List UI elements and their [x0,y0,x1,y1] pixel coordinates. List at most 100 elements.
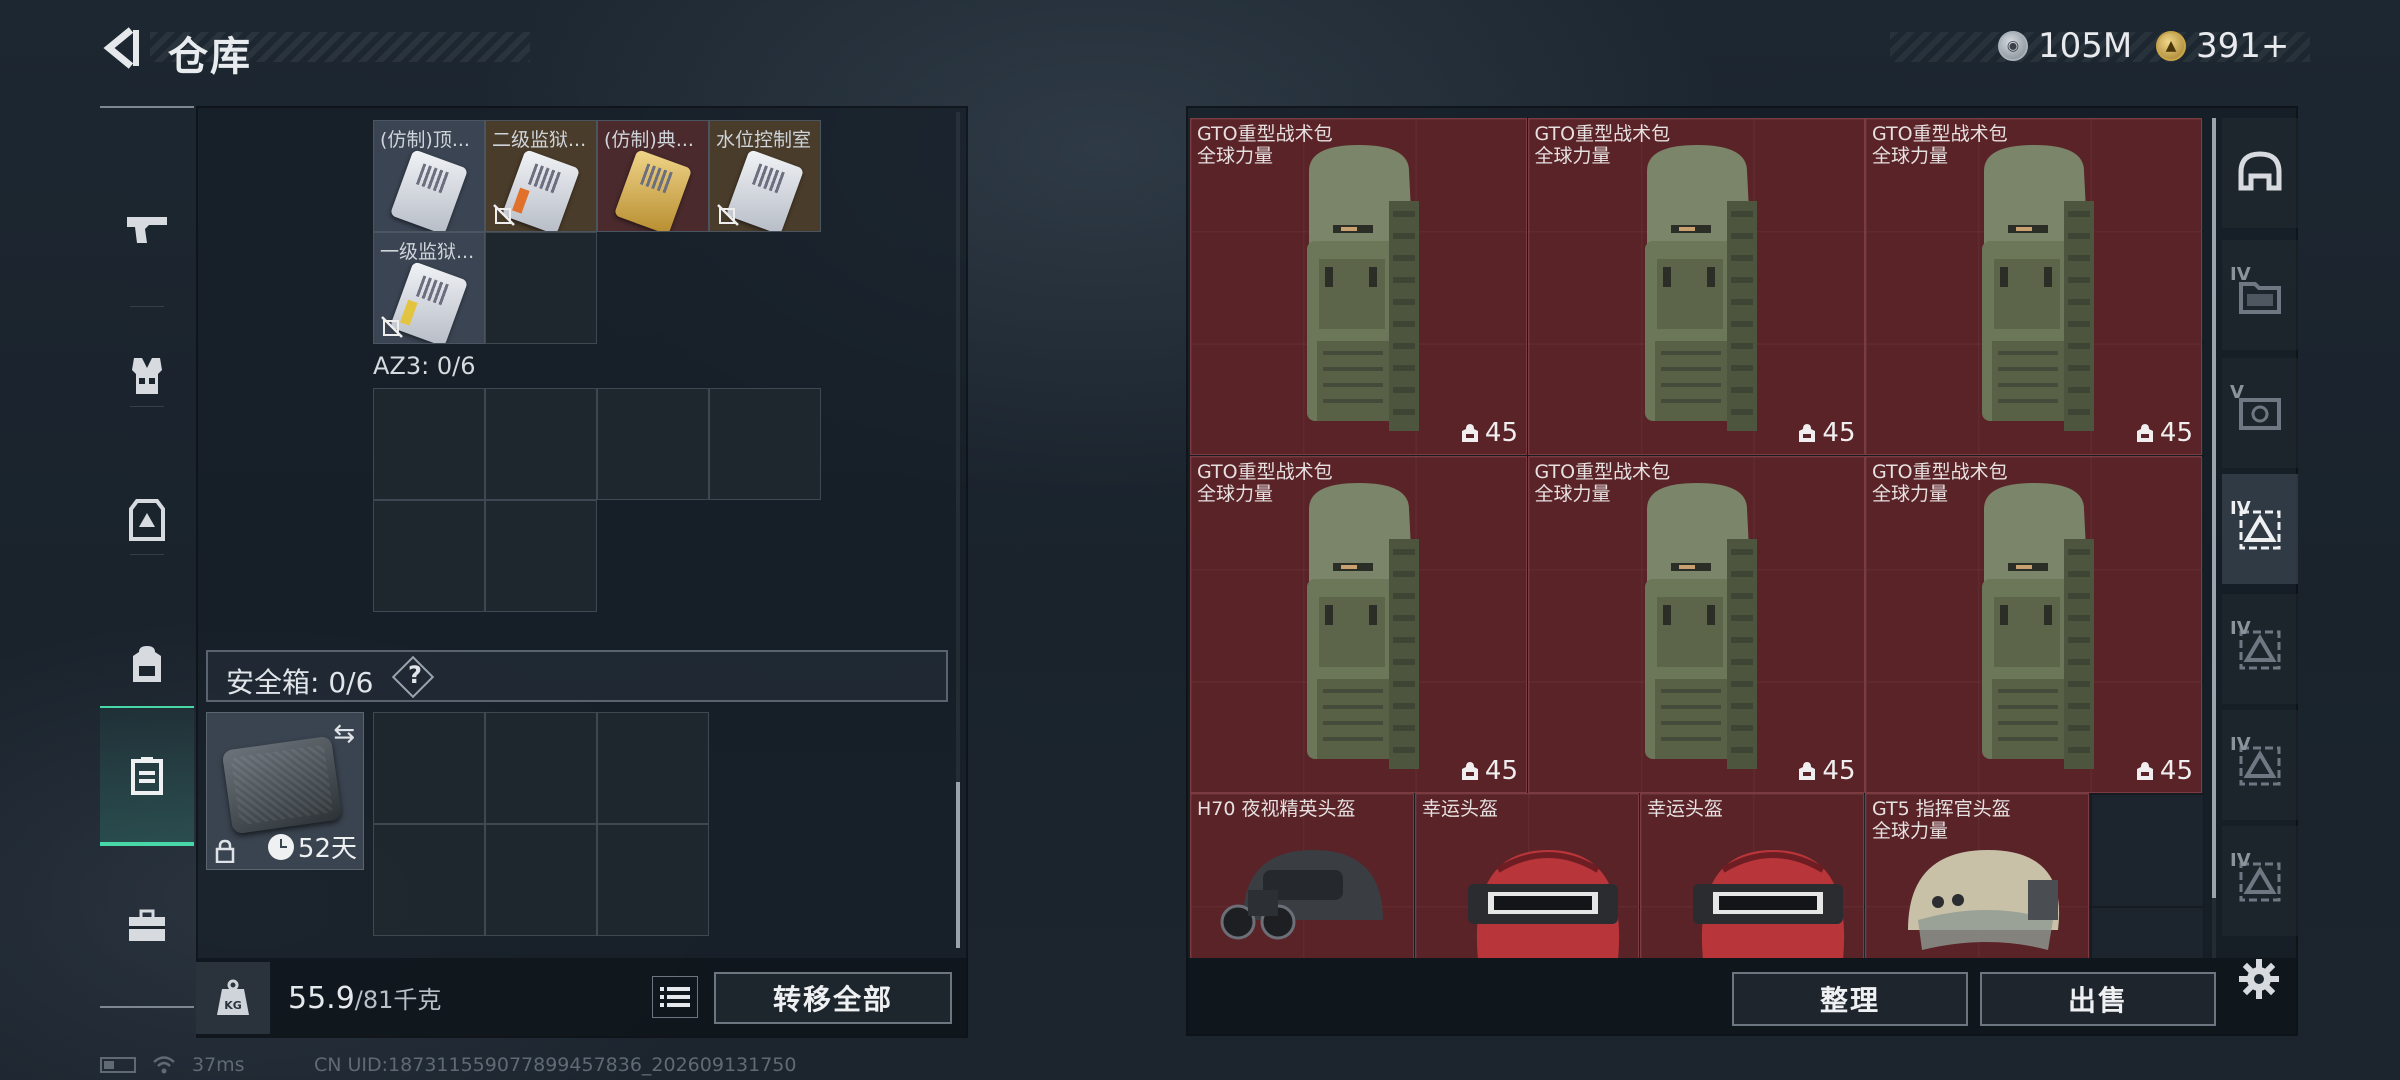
vest-icon [132,358,162,394]
back-button[interactable] [98,22,148,74]
capacity-value: 45 [1484,755,1518,786]
backpack-capacity-icon [2136,761,2153,780]
helmet-item[interactable]: 幸运头盔 [1415,793,1639,958]
az3-slot[interactable] [373,388,485,500]
backpack-item[interactable]: GTO重型战术包 全球力量 45 [1865,455,2202,793]
stash-scroll-thumb[interactable] [2212,118,2216,898]
backpack-capacity-icon [1799,424,1816,442]
stash-grid-cell [2091,794,2204,907]
helmet-item[interactable]: 幸运头盔 [1640,793,1864,958]
stash-tab[interactable]: IV [2222,594,2298,704]
sell-button[interactable]: 出售 [1980,972,2216,1026]
az3-slot[interactable] [373,500,485,612]
weight-display: 55.9/81千克 [288,980,441,1016]
az3-slot[interactable] [709,388,821,500]
currency-gold-value: 391+ [2196,26,2290,66]
safebox-grid-slot[interactable] [373,824,485,936]
safebox-slot[interactable]: ⇆ 52天 [206,712,364,870]
stash-tab[interactable] [2222,118,2298,228]
item-title: H70 夜视精英头盔 [1197,798,1356,820]
page-title: 仓库 [168,34,252,80]
az3-slot[interactable] [597,388,709,500]
weight-icon-box: KG [196,962,270,1034]
lucky-helmet-icon [1693,850,1845,958]
backpack-capacity-icon [1461,424,1478,442]
stash-tab-nav: IV V IV IV IV IV [2222,118,2298,958]
left-category-nav [100,106,194,1008]
weight-max: /81千克 [354,986,442,1014]
nav-item-vest[interactable] [100,306,194,446]
inventory-scroll-thumb[interactable] [956,782,960,948]
safebox-grid-slot[interactable] [485,712,597,824]
capacity-badge: 45 [1798,418,1856,448]
keycard-label: (仿制)顶... [380,129,470,151]
capacity-value: 45 [2159,418,2193,448]
keycard-label: 二级监狱... [492,129,587,151]
item-title: 幸运头盔 [1422,798,1499,820]
pistol-icon [127,217,167,243]
user-uid: CN UID:187311559077899457836_20260913175… [314,1054,797,1076]
nav-item-toolbox[interactable] [100,856,194,996]
az3-slot[interactable] [485,500,597,612]
backpack-item[interactable]: GTO重型战术包 全球力量 45 [1527,455,1865,793]
item-title: 幸运头盔 [1647,798,1724,820]
sort-button[interactable]: 整理 [1732,972,1968,1026]
capacity-badge: 45 [1461,418,1518,448]
no-discard-icon [493,204,515,226]
toolbox-icon [129,909,165,941]
nav-item-pistol[interactable] [100,158,194,298]
backpack-item[interactable]: GTO重型战术包 全球力量 45 [1190,455,1527,793]
az3-slot[interactable] [485,388,597,500]
backpack-item[interactable]: GTO重型战术包 全球力量 45 [1190,118,1527,455]
tab-tier-label: IV [2230,734,2251,755]
swap-icon[interactable]: ⇆ [333,719,355,749]
safe-case-icon [221,735,343,835]
remaining-days: 52天 [267,828,357,865]
keycard-item[interactable]: (仿制)顶... [373,120,485,232]
tactical-backpack-icon [1982,482,2094,769]
stash-tab[interactable]: V [2222,358,2298,468]
lock-icon [215,839,235,863]
lucky-helmet-icon [1468,850,1620,958]
stash-tab[interactable]: IV [2222,474,2298,584]
nav-item-safebox[interactable] [100,706,194,846]
keycard-label: (仿制)典... [604,129,694,151]
list-icon [660,987,690,1007]
empty-slot[interactable] [485,232,597,344]
safebox-grid-slot[interactable] [485,824,597,936]
stash-tab[interactable]: IV [2222,826,2298,936]
backpack-icon [133,646,161,682]
capacity-badge: 45 [1461,756,1518,786]
list-view-button[interactable] [652,976,698,1018]
keycard-label: 一级监狱... [380,241,475,263]
keycard-item[interactable]: 二级监狱... [485,120,597,232]
safebox-grid-slot[interactable] [373,712,485,824]
capacity-badge: 45 [1798,755,1856,786]
no-discard-icon [381,316,403,338]
tab-tier-label: IV [2230,618,2251,639]
helmet-item[interactable]: H70 夜视精英头盔 [1190,793,1414,958]
back-arrow-icon [103,27,139,69]
safebox-header: 安全箱: 0/6 ? [206,650,948,702]
stash-tab[interactable]: IV [2222,710,2298,820]
stash-tab[interactable]: IV [2222,240,2298,350]
capacity-value: 45 [1822,755,1856,786]
backpack-capacity-icon [1799,761,1816,780]
backpack-item[interactable]: GTO重型战术包 全球力量 45 [1527,118,1865,455]
currency-silver[interactable]: ◉ 105M [1998,26,2132,66]
transfer-all-button[interactable]: 转移全部 [714,972,952,1024]
helmet-item[interactable]: GT5 指挥官头盔 全球力量 [1865,793,2089,958]
stash-scrollbar[interactable] [2212,118,2216,958]
safebox-grid-slot[interactable] [597,712,709,824]
settings-button[interactable] [2232,952,2286,1006]
status-bar: 37ms [100,1054,245,1076]
safebox-grid-slot[interactable] [597,824,709,936]
backpack-item[interactable]: GTO重型战术包 全球力量 45 [1865,118,2202,455]
currency-gold[interactable]: ▲ 391+ [2156,26,2289,66]
keycard-item[interactable]: 水位控制室 [709,120,821,232]
currency-silver-value: 105M [2038,26,2133,66]
keycard-item[interactable]: (仿制)典... [597,120,709,232]
keycard-item[interactable]: 一级监狱... [373,232,485,344]
nav-item-armor[interactable] [100,450,194,590]
inventory-scrollbar[interactable] [956,112,960,948]
